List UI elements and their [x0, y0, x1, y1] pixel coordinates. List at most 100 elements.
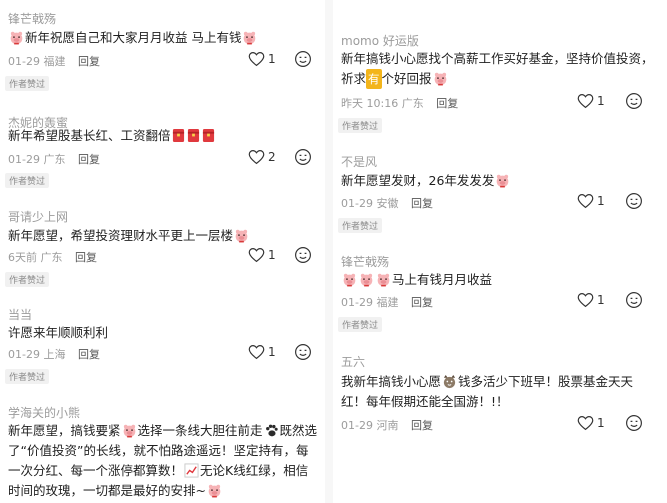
comment-text: 许愿来年顺顺利利	[8, 325, 109, 340]
like-button[interactable]: 1	[248, 247, 276, 263]
heart-icon	[248, 51, 265, 67]
author-liked-badge: 作者赞过	[338, 317, 383, 332]
like-count: 1	[597, 293, 605, 307]
like-count: 2	[268, 150, 276, 164]
like-button[interactable]: 2	[248, 149, 276, 165]
comment-meta: 01-29 上海 回复	[8, 346, 100, 362]
author-liked-badge: 作者赞过	[338, 118, 383, 133]
like-count: 1	[268, 248, 276, 262]
comment-author[interactable]: momo 好运版	[341, 32, 419, 49]
like-button[interactable]: 1	[577, 415, 605, 431]
comment-text: 我新年搞钱小心愿 钱多活少下班早！股票基金天天 红！每年假期还能全国游！!！	[341, 374, 634, 409]
like-button[interactable]: 1	[577, 93, 605, 109]
author-liked-badge: 作者赞过	[5, 272, 50, 287]
comment-location: 上海	[43, 348, 66, 361]
comment-author[interactable]: 五六	[341, 353, 365, 370]
comment-text: 新年愿望，搞钱要紧 选择一条线大胆往前走 既然选 了“价值投资”的长线，就不怕路途遥…	[8, 423, 318, 498]
comment-date: 01-29	[8, 348, 40, 361]
heart-icon	[577, 415, 594, 431]
red-envelope-icon	[172, 128, 185, 143]
author-liked-badge: 作者赞过	[5, 369, 50, 384]
reply-button[interactable]: 回复	[411, 296, 433, 309]
comment-text: 新年愿望发财，26年发发发	[341, 171, 653, 191]
like-count: 1	[268, 345, 276, 359]
author-liked-badge: 作者赞过	[5, 76, 50, 91]
chart-increasing-icon	[184, 463, 199, 478]
author-liked-badge: 作者赞过	[5, 173, 50, 188]
like-count: 1	[597, 94, 605, 108]
pig-emoji-icon	[234, 228, 249, 243]
comment-author[interactable]: 当当	[8, 306, 32, 323]
emoji-reaction-icon[interactable]	[294, 246, 312, 264]
like-button[interactable]: 1	[248, 51, 276, 67]
like-count: 1	[597, 194, 605, 208]
comment-text: 新年祝愿自己和大家月月收益 马上有钱	[8, 28, 311, 48]
comment-date: 01-29	[8, 153, 40, 166]
comment-location: 广东	[401, 97, 424, 110]
pig-emoji-icon	[242, 30, 257, 45]
comment-author[interactable]: 锋芒戟殇	[341, 253, 389, 270]
author-liked-badge: 作者赞过	[338, 218, 383, 233]
comment-author[interactable]: 学海关的小熊	[8, 404, 80, 421]
heart-icon	[577, 193, 594, 209]
reply-button[interactable]: 回复	[436, 97, 458, 110]
cat-emoji-icon	[442, 374, 457, 389]
pig-emoji-icon	[495, 173, 510, 188]
reply-button[interactable]: 回复	[78, 348, 100, 361]
pig-emoji-icon	[433, 71, 448, 86]
column-divider	[325, 0, 333, 503]
comment-location: 河南	[376, 419, 399, 432]
comment-date: 01-29	[341, 197, 373, 210]
comment-location: 广东	[43, 153, 66, 166]
comment-meta: 01-29 福建 回复	[341, 294, 433, 310]
like-button[interactable]: 1	[577, 292, 605, 308]
comment-author[interactable]: 不是风	[341, 153, 377, 170]
pig-emoji-icon	[376, 272, 391, 287]
comment-author[interactable]: 锋芒戟殇	[8, 10, 56, 27]
comment-meta: 01-29 安徽 回复	[341, 195, 433, 211]
like-button[interactable]: 1	[248, 344, 276, 360]
emoji-reaction-icon[interactable]	[625, 414, 643, 432]
comment-date: 昨天 10:16	[341, 97, 399, 110]
emoji-reaction-icon[interactable]	[625, 192, 643, 210]
pig-emoji-icon	[122, 423, 137, 438]
heart-icon	[577, 93, 594, 109]
comment-location: 福建	[376, 296, 399, 309]
paw-print-icon	[264, 423, 279, 438]
reply-button[interactable]: 回复	[78, 153, 100, 166]
comment-text: 新年搞钱小心愿找个高薪工作买好基金，坚持价值投资， 祈求有个好回报	[341, 49, 654, 89]
reply-button[interactable]: 回复	[411, 197, 433, 210]
emoji-reaction-icon[interactable]	[294, 343, 312, 361]
yellow-sticker-icon: 有	[366, 69, 382, 89]
comment-meta: 01-29 福建 回复	[8, 53, 100, 69]
comment-meta: 01-29 广东 回复	[8, 151, 100, 167]
comment-date: 01-29	[341, 296, 373, 309]
comment-text: 马上有钱月月收益	[341, 270, 653, 290]
comment-meta: 6天前 广东 回复	[8, 249, 97, 265]
emoji-reaction-icon[interactable]	[294, 50, 312, 68]
like-count: 1	[597, 416, 605, 430]
emoji-reaction-icon[interactable]	[294, 148, 312, 166]
comment-date: 6天前	[8, 251, 37, 264]
comment-text: 新年希望股基长红、工资翻倍	[8, 126, 311, 146]
comment-meta: 01-29 河南 回复	[341, 417, 433, 433]
pig-emoji-icon	[342, 272, 357, 287]
reply-button[interactable]: 回复	[75, 251, 97, 264]
comment-date: 01-29	[8, 55, 40, 68]
emoji-reaction-icon[interactable]	[625, 291, 643, 309]
comment-author[interactable]: 哥请少上网	[8, 208, 68, 225]
reply-button[interactable]: 回复	[411, 419, 433, 432]
comment-location: 广东	[40, 251, 63, 264]
comment-text: 新年愿望，希望投资理财水平更上一层楼	[8, 226, 311, 246]
heart-icon	[248, 149, 265, 165]
like-button[interactable]: 1	[577, 193, 605, 209]
red-envelope-icon	[202, 128, 215, 143]
pig-emoji-icon	[207, 483, 222, 498]
comment-date: 01-29	[341, 419, 373, 432]
emoji-reaction-icon[interactable]	[625, 92, 643, 110]
heart-icon	[248, 247, 265, 263]
comment-meta: 昨天 10:16 广东 回复	[341, 95, 458, 111]
reply-button[interactable]: 回复	[78, 55, 100, 68]
comment-location: 福建	[43, 55, 66, 68]
like-count: 1	[268, 52, 276, 66]
